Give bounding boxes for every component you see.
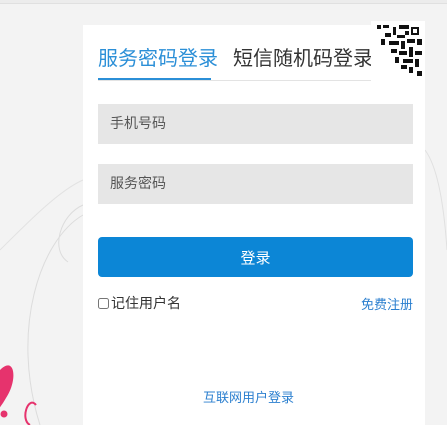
remember-username-label: 记住用户名 bbox=[111, 296, 181, 312]
login-button[interactable]: 登录 bbox=[98, 237, 413, 277]
login-panel: 服务密码登录 短信随机码登录 手机号码 登录 记住用户名 免费注册 互联网用户登… bbox=[83, 21, 425, 425]
remember-username[interactable]: 记住用户名 bbox=[98, 294, 181, 312]
internet-user-login-link[interactable]: 互联网用户登录 bbox=[203, 387, 294, 406]
tab-service-password[interactable]: 服务密码登录 bbox=[98, 45, 218, 71]
tab-divider bbox=[98, 80, 413, 81]
free-register-link[interactable]: 免费注册 bbox=[361, 294, 413, 313]
remember-username-checkbox[interactable] bbox=[98, 297, 109, 309]
phone-number-input[interactable] bbox=[98, 104, 413, 144]
active-tab-indicator bbox=[98, 78, 211, 80]
login-page: 服务密码登录 短信随机码登录 手机号码 登录 记住用户名 免费注册 互联网用户登… bbox=[0, 0, 447, 425]
tab-sms-code[interactable]: 短信随机码登录 bbox=[233, 45, 373, 71]
qr-code-icon[interactable] bbox=[371, 21, 425, 81]
service-password-input[interactable] bbox=[98, 164, 413, 204]
